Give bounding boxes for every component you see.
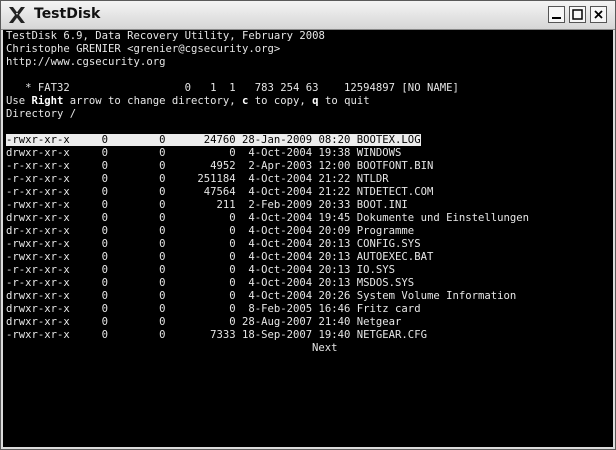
testdisk-window: TestDisk TestDisk 6.9, Data Recovery Uti… — [0, 0, 616, 450]
list-item[interactable]: drwxr-xr-x 0 0 0 8-Feb-2005 16:46 Fritz … — [6, 303, 421, 316]
next-label[interactable]: Next — [312, 342, 338, 354]
close-icon — [594, 10, 603, 19]
x-logo-icon — [9, 7, 25, 23]
entry-text[interactable]: -r-xr-xr-x 0 0 4952 2-Apr-2003 12:00 BOO… — [6, 160, 433, 172]
help-text: Use — [6, 95, 32, 107]
list-item[interactable]: drwxr-xr-x 0 0 0 28-Aug-2007 21:40 Netge… — [6, 316, 401, 329]
directory-path: Directory / — [6, 108, 77, 120]
list-item[interactable]: -rwxr-xr-x 0 0 24760 28-Jan-2009 08:20 B… — [6, 134, 421, 147]
partition-info: * FAT32 0 1 1 783 254 63 12594897 [NO NA… — [6, 82, 459, 94]
close-button[interactable] — [590, 6, 607, 23]
list-item[interactable]: drwxr-xr-x 0 0 0 4-Oct-2004 19:45 Dokume… — [6, 212, 529, 225]
help-line: Use Right arrow to change directory, c t… — [6, 95, 370, 108]
list-item[interactable]: drwxr-xr-x 0 0 0 4-Oct-2004 20:26 System… — [6, 290, 516, 303]
list-item[interactable]: drwxr-xr-x 0 0 0 4-Oct-2004 19:38 WINDOW… — [6, 147, 401, 160]
list-item[interactable]: -rwxr-xr-x 0 0 211 2-Feb-2009 20:33 BOOT… — [6, 199, 408, 212]
maximize-icon — [572, 9, 583, 20]
help-text: to copy, — [248, 95, 313, 107]
entry-text[interactable]: -r-xr-xr-x 0 0 47564 4-Oct-2004 21:22 NT… — [6, 186, 433, 198]
header-author: Christophe GRENIER <grenier@cgsecurity.o… — [6, 43, 281, 55]
entry-text[interactable]: -r-xr-xr-x 0 0 0 4-Oct-2004 20:13 MSDOS.… — [6, 277, 414, 289]
entry-text[interactable]: drwxr-xr-x 0 0 0 4-Oct-2004 19:38 WINDOW… — [6, 147, 401, 159]
entry-text[interactable]: drwxr-xr-x 0 0 0 4-Oct-2004 19:45 Dokume… — [6, 212, 529, 224]
entry-text[interactable]: -rwxr-xr-x 0 0 7333 18-Sep-2007 19:40 NE… — [6, 329, 427, 341]
entry-text[interactable]: drwxr-xr-x 0 0 0 8-Feb-2005 16:46 Fritz … — [6, 303, 421, 315]
list-item[interactable]: -r-xr-xr-x 0 0 0 4-Oct-2004 20:13 IO.SYS — [6, 264, 395, 277]
list-item[interactable]: -r-xr-xr-x 0 0 0 4-Oct-2004 20:13 MSDOS.… — [6, 277, 414, 290]
help-key-right: Right — [31, 95, 64, 107]
minimize-button[interactable] — [548, 6, 565, 23]
entry-text[interactable]: -rwxr-xr-x 0 0 0 4-Oct-2004 20:13 CONFIG… — [6, 238, 421, 250]
selected-entry[interactable]: -rwxr-xr-x 0 0 24760 28-Jan-2009 08:20 B… — [6, 134, 421, 146]
minimize-icon — [552, 17, 561, 19]
list-item[interactable]: -r-xr-xr-x 0 0 251184 4-Oct-2004 21:22 N… — [6, 173, 389, 186]
entry-text[interactable]: -rwxr-xr-x 0 0 0 4-Oct-2004 20:13 AUTOEX… — [6, 251, 433, 263]
list-item[interactable]: -rwxr-xr-x 0 0 0 4-Oct-2004 20:13 AUTOEX… — [6, 251, 433, 264]
title-bar[interactable]: TestDisk — [1, 1, 615, 30]
list-item[interactable]: -r-xr-xr-x 0 0 4952 2-Apr-2003 12:00 BOO… — [6, 160, 433, 173]
list-item[interactable]: -rwxr-xr-x 0 0 0 4-Oct-2004 20:13 CONFIG… — [6, 238, 421, 251]
entry-text[interactable]: drwxr-xr-x 0 0 0 28-Aug-2007 21:40 Netge… — [6, 316, 401, 328]
entry-text[interactable]: -rwxr-xr-x 0 0 211 2-Feb-2009 20:33 BOOT… — [6, 199, 408, 211]
next-page-link[interactable]: Next — [6, 342, 338, 355]
terminal-screen[interactable]: TestDisk 6.9, Data Recovery Utility, Feb… — [3, 30, 613, 447]
entry-text[interactable]: dr-xr-xr-x 0 0 0 4-Oct-2004 20:09 Progra… — [6, 225, 414, 237]
help-text: arrow to change directory, — [63, 95, 242, 107]
entry-text[interactable]: drwxr-xr-x 0 0 0 4-Oct-2004 20:26 System… — [6, 290, 516, 302]
help-text: to quit — [318, 95, 370, 107]
entry-text[interactable]: -r-xr-xr-x 0 0 0 4-Oct-2004 20:13 IO.SYS — [6, 264, 395, 276]
list-item[interactable]: -rwxr-xr-x 0 0 7333 18-Sep-2007 19:40 NE… — [6, 329, 427, 342]
entry-text[interactable]: -r-xr-xr-x 0 0 251184 4-Oct-2004 21:22 N… — [6, 173, 389, 185]
list-item[interactable]: dr-xr-xr-x 0 0 0 4-Oct-2004 20:09 Progra… — [6, 225, 414, 238]
list-item[interactable]: -r-xr-xr-x 0 0 47564 4-Oct-2004 21:22 NT… — [6, 186, 433, 199]
header-title: TestDisk 6.9, Data Recovery Utility, Feb… — [6, 30, 325, 42]
maximize-button[interactable] — [569, 6, 586, 23]
window-title: TestDisk — [34, 6, 101, 22]
header-url: http://www.cgsecurity.org — [6, 56, 166, 68]
